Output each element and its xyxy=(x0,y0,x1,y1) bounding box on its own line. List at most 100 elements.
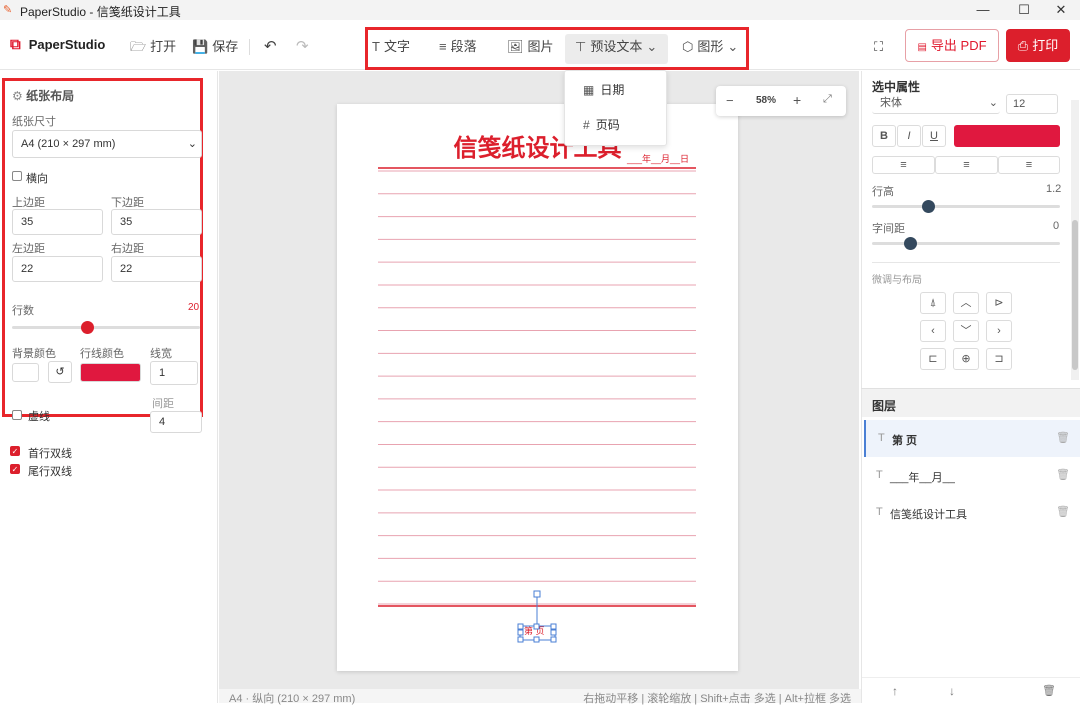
app-name: PaperStudio xyxy=(28,37,106,52)
save-label: 保存 xyxy=(212,39,239,54)
zoom-control: − 58% + ⤢ xyxy=(716,86,846,116)
undo-icon: ↶ xyxy=(264,38,277,55)
top-margin-input[interactable]: 35 xyxy=(12,209,103,235)
line-height-track[interactable] xyxy=(872,205,1060,208)
spacing-label: 间距 xyxy=(152,398,174,410)
arrow-up-icon: ↑ xyxy=(892,684,898,698)
font-family-select[interactable]: 宋体 ⌄ xyxy=(872,94,1000,114)
layer-item[interactable]: T 信笺纸设计工具 🗑 xyxy=(864,494,1080,531)
paragraph-icon: ≡ xyxy=(439,39,447,54)
nudge-right-button[interactable]: › xyxy=(986,320,1012,342)
landscape-label: 横向 xyxy=(26,173,48,185)
hash-icon: # xyxy=(583,118,590,132)
align-left-button[interactable]: ≡ xyxy=(872,156,935,174)
zoom-out-button[interactable]: − xyxy=(726,93,734,108)
layer-item[interactable]: T 第 页 🗑 xyxy=(864,420,1080,457)
right-margin-input[interactable]: 22 xyxy=(111,256,202,282)
first-double-checkbox[interactable]: ✓ xyxy=(10,446,20,456)
app-logo: ⧉ PaperStudio xyxy=(10,36,105,53)
text-layer-icon: T xyxy=(876,469,883,481)
reset-color-button[interactable]: ↺ xyxy=(48,361,72,383)
bottom-margin-input[interactable]: 35 xyxy=(111,209,202,235)
move-layer-down-button[interactable]: ↓ xyxy=(949,684,955,698)
preset-date-item[interactable]: ▦ 日期 xyxy=(583,81,624,98)
logo-icon: ⧉ xyxy=(10,36,21,53)
presets-tool-button[interactable]: ⊤ 预设文本 ⌄ xyxy=(575,38,661,56)
redo-icon: ↷ xyxy=(296,38,309,55)
underline-button[interactable]: U xyxy=(922,125,946,147)
paper-size-select[interactable]: A4 (210 × 297 mm) ⌄ xyxy=(12,130,202,158)
font-size-input[interactable]: 12 xyxy=(1006,94,1058,114)
letter-paper[interactable]: 信笺纸设计工具 ___年__月__日 第 页 xyxy=(337,104,738,671)
trash-icon[interactable]: 🗑 xyxy=(1056,431,1070,444)
last-double-checkbox[interactable]: ✓ xyxy=(10,464,20,474)
nudge-left-button[interactable]: ‹ xyxy=(920,320,946,342)
delete-layer-button[interactable]: 🗑 xyxy=(1042,684,1056,697)
fullscreen-icon: ⛶ xyxy=(874,39,884,54)
properties-scroll-thumb[interactable] xyxy=(1072,220,1078,370)
trash-icon: 🗑 xyxy=(1042,685,1056,697)
italic-button[interactable]: I xyxy=(897,125,921,147)
line-height-label: 行高 xyxy=(872,186,894,198)
properties-scrollbar[interactable] xyxy=(1071,100,1079,380)
redo-button[interactable]: ↷ xyxy=(296,38,309,56)
folder-icon: 🗁 xyxy=(130,39,147,54)
paragraph-tool-button[interactable]: ≡ 段落 xyxy=(439,38,477,56)
top-margin-label: 上边距 xyxy=(12,197,45,209)
dashed-checkbox[interactable] xyxy=(12,410,22,420)
preset-page-item[interactable]: # 页码 xyxy=(583,116,620,133)
export-pdf-button[interactable]: ▤ 导出 PDF xyxy=(905,29,999,62)
text-tool-button[interactable]: T 文字 xyxy=(372,38,410,56)
trash-icon[interactable]: 🗑 xyxy=(1056,505,1070,518)
layer-item[interactable]: T ___年__月__ 🗑 xyxy=(864,457,1080,494)
align-bottom-icon: ⊐ xyxy=(994,353,1004,365)
letter-spacing-value: 0 xyxy=(1053,220,1060,232)
align-right-edge-button[interactable]: ⊳ xyxy=(986,292,1012,314)
line-color-swatch[interactable] xyxy=(80,363,141,382)
print-label: 打印 xyxy=(1032,38,1059,53)
open-button[interactable]: 🗁 打开 xyxy=(130,38,176,56)
center-icon: ⊕ xyxy=(961,353,971,365)
nudge-up-button[interactable]: ︿ xyxy=(953,292,979,314)
letter-spacing-thumb[interactable] xyxy=(903,237,917,250)
trash-icon[interactable]: 🗑 xyxy=(1056,468,1070,481)
align-edge-icon: ⊳ xyxy=(994,297,1004,309)
spacing-input[interactable]: 4 xyxy=(150,411,202,433)
align-center-icon: ≡ xyxy=(963,159,970,171)
status-paper-info: A4 · 纵向 (210 × 297 mm) xyxy=(229,693,356,705)
close-window-button[interactable]: ✕ xyxy=(1038,0,1080,20)
left-margin-input[interactable]: 22 xyxy=(12,256,103,282)
align-bottom-edge-button[interactable]: ⊐ xyxy=(986,348,1012,370)
undo-button[interactable]: ↶ xyxy=(264,38,277,56)
fit-screen-icon[interactable]: ⤢ xyxy=(823,93,832,106)
landscape-checkbox[interactable] xyxy=(12,171,22,181)
bold-button[interactable]: B xyxy=(872,125,896,147)
text-color-swatch[interactable] xyxy=(954,125,1060,147)
save-button[interactable]: 💾 保存 xyxy=(192,38,238,56)
rows-slider-track[interactable] xyxy=(12,326,200,329)
zoom-level: 58% xyxy=(756,95,777,106)
align-left-edge-button[interactable]: ⊏ xyxy=(920,348,946,370)
layout-title-label: 纸张布局 xyxy=(26,89,75,103)
chevron-down-icon: ⌄ xyxy=(187,138,197,150)
letter-spacing-track[interactable] xyxy=(872,242,1060,245)
minimize-button[interactable]: — xyxy=(960,0,1006,20)
shapes-tool-button[interactable]: ⬡ 图形 ⌄ xyxy=(682,38,742,56)
bg-color-swatch[interactable] xyxy=(12,363,39,382)
align-right-button[interactable]: ≡ xyxy=(998,156,1060,174)
center-button[interactable]: ⊕ xyxy=(953,348,979,370)
last-double-label: 尾行双线 xyxy=(28,466,72,478)
move-layer-up-button[interactable]: ↑ xyxy=(892,684,898,698)
align-top-edge-button[interactable]: ⍋ xyxy=(920,292,946,314)
line-width-input[interactable]: 1 xyxy=(150,361,198,385)
layer-name: 信笺纸设计工具 xyxy=(890,509,967,521)
chevron-down-icon: ⌄ xyxy=(727,39,739,54)
image-tool-button[interactable]: 🖼 图片 xyxy=(507,38,554,56)
nudge-down-button[interactable]: ﹀ xyxy=(953,320,979,342)
chevron-left-icon: ‹ xyxy=(931,325,935,337)
zoom-in-button[interactable]: + xyxy=(793,92,801,108)
fullscreen-button[interactable]: ⛶ xyxy=(874,38,883,56)
image-tool-label: 图片 xyxy=(527,39,554,54)
align-center-button[interactable]: ≡ xyxy=(935,156,998,174)
print-button[interactable]: ⎙ 打印 xyxy=(1006,29,1070,62)
